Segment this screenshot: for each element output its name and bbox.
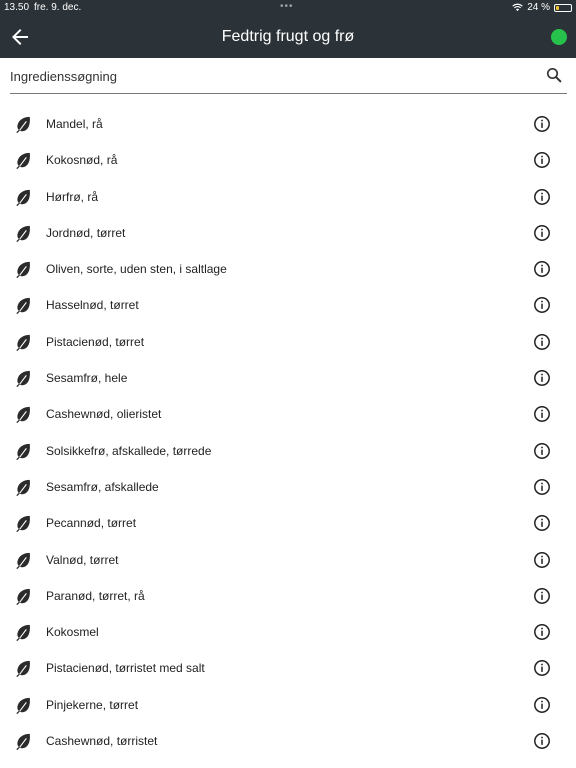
battery-percent: 24 %: [527, 2, 550, 13]
list-item-label: Sesamfrø, hele: [46, 371, 128, 386]
list-item[interactable]: Sesamfrø, afskallede: [0, 469, 576, 505]
leaf-icon: [16, 625, 30, 642]
info-icon[interactable]: [533, 115, 551, 133]
leaf-icon: [16, 370, 30, 388]
info-icon[interactable]: [533, 514, 551, 532]
leaf-icon: [16, 225, 30, 242]
list-item-label: Cashewnød, tørristet: [46, 734, 158, 749]
battery-level: [556, 5, 560, 10]
leaf-icon: [16, 334, 30, 351]
info-icon[interactable]: [533, 188, 551, 206]
list-item[interactable]: Hørfrø, rå: [0, 179, 576, 215]
battery-icon: [554, 3, 572, 12]
list-item[interactable]: Sesamfrø, hele: [0, 360, 576, 396]
list-item-label: Hørfrø, rå: [46, 189, 98, 204]
status-date: fre. 9. dec.: [34, 2, 82, 13]
list-item[interactable]: Hasselnød, tørret: [0, 287, 576, 323]
info-icon[interactable]: [533, 551, 551, 569]
info-icon[interactable]: [533, 623, 551, 641]
leaf-icon: [16, 153, 30, 170]
search-bar: [10, 58, 567, 94]
list-item[interactable]: Jordnød, tørret: [0, 215, 576, 251]
list-item-label: Valnød, tørret: [46, 552, 119, 567]
list-item[interactable]: Pinjekerne, tørret: [0, 687, 576, 723]
list-item-label: Paranød, tørret, rå: [46, 588, 145, 603]
list-item-label: Pistacienød, tørristet med salt: [46, 661, 205, 676]
status-time: 13.50: [4, 2, 30, 13]
leaf-icon: [16, 697, 30, 714]
info-icon[interactable]: [533, 333, 551, 351]
status-bar: 13.50 fre. 9. dec. ••• 24 %: [0, 0, 576, 16]
list-item[interactable]: Kokosmel: [0, 614, 576, 650]
list-item-label: Pecannød, tørret: [46, 516, 137, 531]
search-icon[interactable]: [545, 66, 563, 84]
info-icon[interactable]: [533, 260, 551, 278]
search-input[interactable]: [10, 66, 510, 86]
leaf-icon: [16, 189, 30, 206]
list-item-label: Solsikkefrø, afskallede, tørrede: [46, 443, 212, 458]
leaf-icon: [16, 262, 30, 279]
app-bar: Fedtrig frugt og frø: [0, 16, 576, 58]
info-icon[interactable]: [533, 369, 551, 387]
info-icon[interactable]: [533, 405, 551, 423]
leaf-icon: [16, 116, 30, 133]
list-item-label: Kokosnød, rå: [46, 153, 118, 168]
info-icon[interactable]: [533, 659, 551, 677]
leaf-icon: [16, 552, 30, 569]
ingredient-list: Mandel, rå Kokosnød, rå Hørfrø, rå Jordnød,…: [0, 106, 576, 759]
list-item-label: Pinjekerne, tørret: [46, 697, 139, 712]
list-item-label: Pistacienød, tørret: [46, 334, 145, 349]
info-icon[interactable]: [533, 296, 551, 314]
info-icon[interactable]: [533, 224, 551, 242]
list-item[interactable]: Kokosnød, rå: [0, 142, 576, 178]
list-item-label: Sesamfrø, afskallede: [46, 479, 159, 494]
leaf-icon: [16, 479, 30, 496]
list-item[interactable]: Solsikkefrø, afskallede, tørrede: [0, 433, 576, 469]
info-icon[interactable]: [533, 696, 551, 714]
info-icon[interactable]: [533, 732, 551, 750]
list-item[interactable]: Pistacienød, tørret: [0, 324, 576, 360]
list-item[interactable]: Pecannød, tørret: [0, 505, 576, 541]
leaf-icon: [16, 661, 30, 678]
info-icon[interactable]: [533, 151, 551, 169]
list-item[interactable]: Valnød, tørret: [0, 542, 576, 578]
status-dot: [551, 29, 567, 45]
list-item[interactable]: Mandel, rå: [0, 106, 576, 142]
info-icon[interactable]: [533, 442, 551, 460]
list-item-label: Cashewnød, olieristet: [46, 407, 162, 422]
list-item-label: Kokosmel: [46, 625, 99, 640]
wifi-icon: [512, 3, 523, 12]
list-item-label: Hasselnød, tørret: [46, 298, 139, 313]
leaf-icon: [16, 733, 30, 751]
list-item-label: Mandel, rå: [46, 117, 103, 131]
leaf-icon: [16, 588, 30, 605]
leaf-icon: [16, 443, 30, 460]
list-item[interactable]: Cashewnød, olieristet: [0, 396, 576, 432]
list-item[interactable]: Pistacienød, tørristet med salt: [0, 650, 576, 686]
leaf-icon: [16, 407, 30, 424]
info-icon[interactable]: [533, 478, 551, 496]
page-title: Fedtrig frugt og frø: [221, 28, 355, 45]
leaf-icon: [16, 516, 30, 533]
status-indicators: 24 %: [512, 2, 572, 13]
list-item[interactable]: Cashewnød, tørristet: [0, 723, 576, 759]
list-item[interactable]: Paranød, tørret, rå: [0, 578, 576, 614]
leaf-icon: [16, 298, 30, 315]
list-item-label: Oliven, sorte, uden sten, i saltlage: [46, 262, 227, 277]
list-item[interactable]: Oliven, sorte, uden sten, i saltlage: [0, 251, 576, 287]
list-item-label: Jordnød, tørret: [46, 225, 126, 240]
multitasking-dots[interactable]: •••: [280, 1, 294, 12]
info-icon[interactable]: [533, 587, 551, 605]
